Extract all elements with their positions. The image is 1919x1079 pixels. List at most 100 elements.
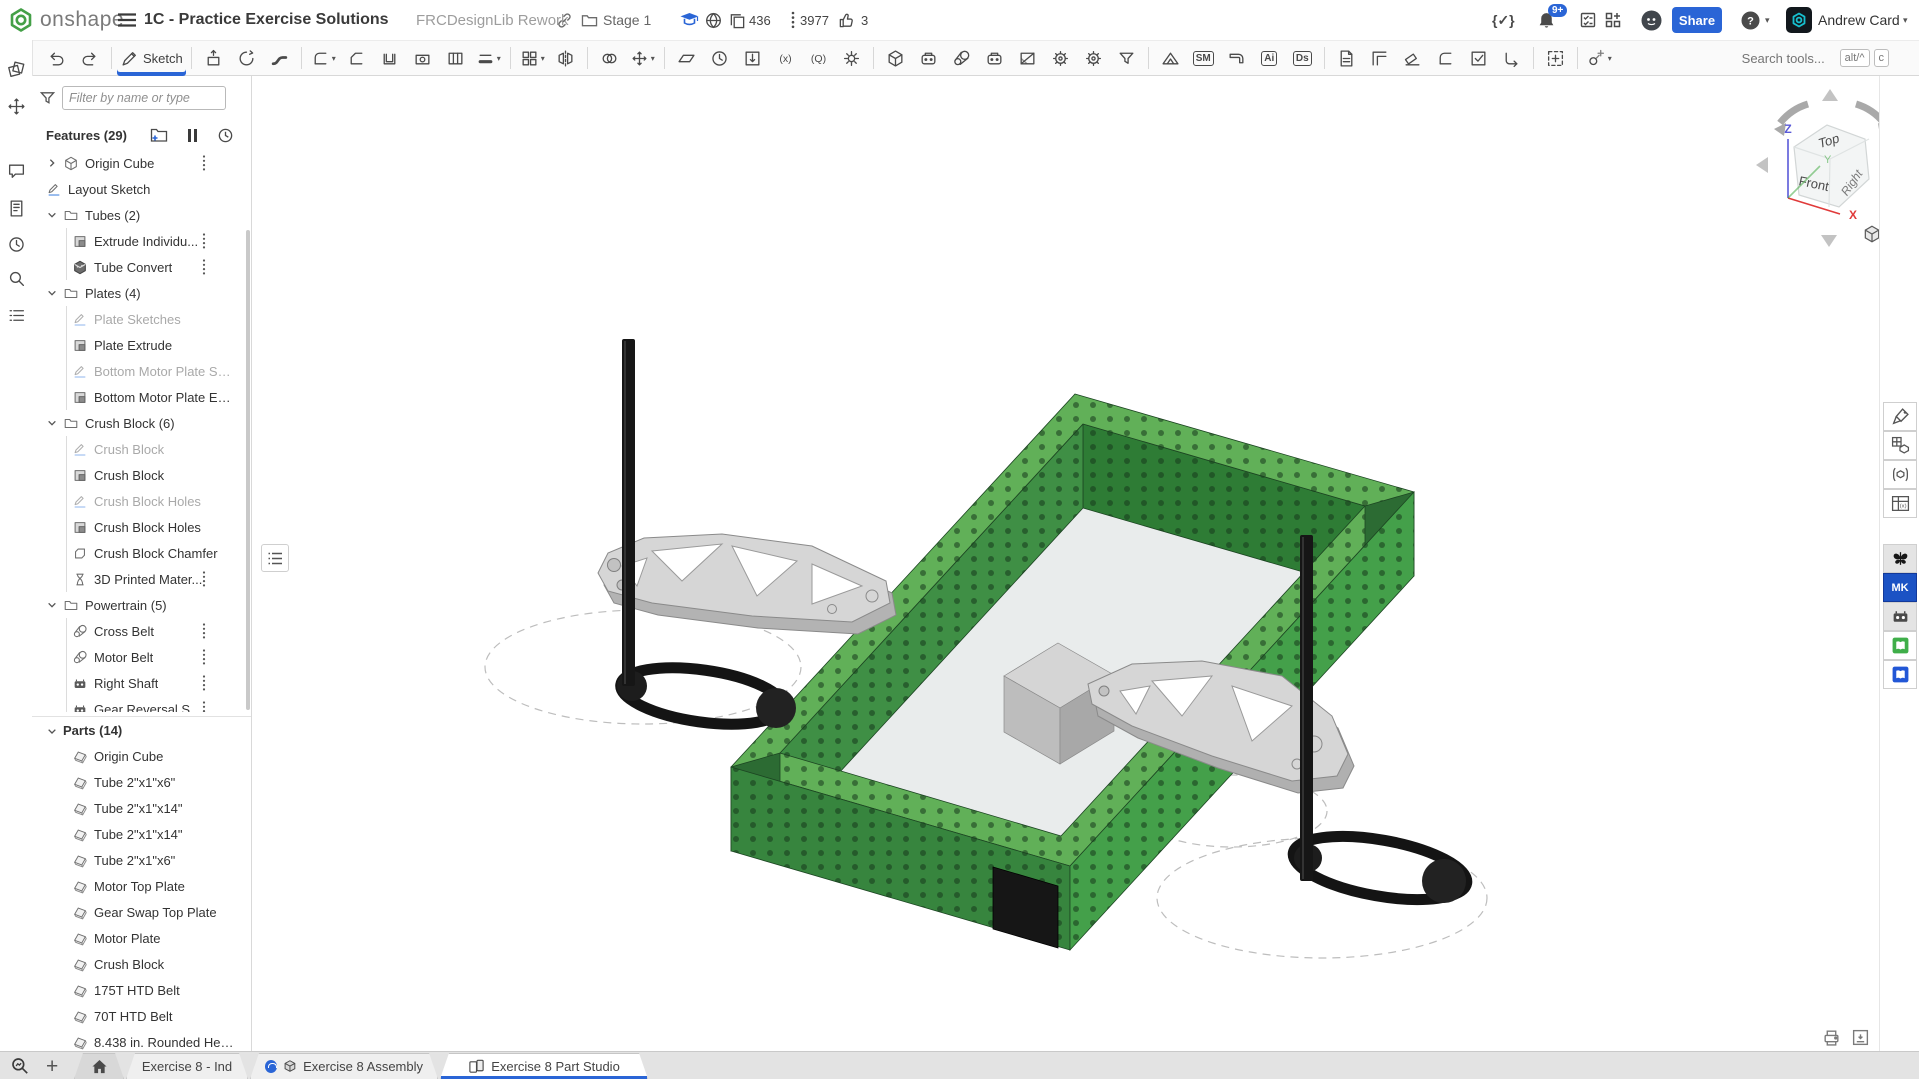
chevron-down-icon[interactable] [46,417,63,429]
redo-icon[interactable] [73,44,106,72]
home-tab[interactable] [74,1053,124,1079]
chevron-down-icon[interactable] [46,209,63,221]
robot-feature-icon[interactable] [912,44,945,72]
render-icon[interactable] [1822,1028,1841,1047]
user-caret-icon[interactable]: ▾ [1903,0,1908,40]
chevron-down-icon[interactable] [46,725,63,737]
helix-icon[interactable] [703,44,736,72]
featurescript-search-icon[interactable]: (Q) [802,44,835,72]
3d-print-icon[interactable] [1851,1028,1870,1047]
feature-row[interactable]: Crush Block Holes [32,514,251,540]
part-row[interactable]: Gear Swap Top Plate [32,899,251,925]
tab-exercise-8-assembly[interactable]: Exercise 8 Assembly [250,1053,438,1079]
apps-icon[interactable] [1604,0,1622,40]
workspace-name[interactable]: Stage 1 [603,0,651,40]
part-row[interactable]: 8.438 in. Rounded Hex ... [32,1029,251,1052]
configurations-panel-icon[interactable] [1883,431,1917,460]
checkbox-feature-icon[interactable] [1462,44,1495,72]
drawing-icon[interactable] [1330,44,1363,72]
feature-row[interactable]: Extrude Individu... [32,228,251,254]
drag-dots-icon[interactable] [201,622,207,640]
feature-row[interactable]: Plate Extrude [32,332,251,358]
part-row[interactable]: 70T HTD Belt [32,1003,251,1029]
configured-features-icon[interactable] [1883,460,1917,489]
part-row[interactable]: Tube 2"x1"x14" [32,821,251,847]
mkcad-app-icon[interactable]: MK [1883,573,1917,602]
filter-feature-icon[interactable] [1110,44,1143,72]
learning-icon[interactable] [680,0,699,40]
comments-icon[interactable] [5,160,27,182]
thicken-icon[interactable]: ▾ [472,44,505,72]
search-tools[interactable]: alt/^ c [1740,49,1889,67]
revolve-icon[interactable] [230,44,263,72]
part-row[interactable]: Tube 2"x1"x14" [32,795,251,821]
variable-icon[interactable]: (x) [769,44,802,72]
featurescript-check-icon[interactable]: {✓} [1492,0,1515,40]
suppress-pause-icon[interactable] [186,128,199,143]
sweep-icon[interactable] [263,44,296,72]
ai-advisor-icon[interactable] [1641,0,1662,40]
isolate-icon[interactable]: ▾ [1583,44,1616,72]
linear-pattern-icon[interactable]: ▾ [516,44,549,72]
plane-icon[interactable] [670,44,703,72]
help-icon[interactable]: ? [1741,0,1760,40]
part-row[interactable]: 175T HTD Belt [32,977,251,1003]
split-icon[interactable]: ▾ [626,44,659,72]
parts-header[interactable]: Parts (14) [32,716,251,744]
rotate-up-arrow[interactable] [1822,89,1838,101]
document-title[interactable]: 1C - Practice Exercise Solutions [144,0,389,40]
part-row[interactable]: Crush Block [32,951,251,977]
part-row[interactable]: Motor Plate [32,925,251,951]
drag-dots-icon[interactable] [201,154,207,172]
feature-row[interactable]: Crush Block [32,462,251,488]
part-row[interactable]: Tube 2"x1"x6" [32,847,251,873]
chevron-down-icon[interactable] [46,599,63,611]
flange-icon[interactable] [1220,44,1253,72]
material-icon[interactable] [1011,44,1044,72]
rotate-left-arrow[interactable] [1756,157,1768,173]
drag-dots-icon[interactable] [201,258,207,276]
add-to-selection-icon[interactable] [1539,44,1572,72]
feature-row[interactable]: 3D Printed Mater... [32,566,251,592]
feature-row[interactable]: Cross Belt [32,618,251,644]
feature-row[interactable]: Motor Belt [32,644,251,670]
drag-dots-icon[interactable] [201,648,207,666]
gear-feature-icon[interactable] [1044,44,1077,72]
menu-icon[interactable] [118,0,136,40]
ai-feature-icon[interactable]: Ai [1253,44,1286,72]
feature-row[interactable]: Gear Reversal S... [32,696,251,712]
panel-collapse-handle[interactable] [261,544,289,572]
left-motor-plate[interactable] [598,534,896,634]
wire-icon[interactable] [1495,44,1528,72]
share-button[interactable]: Share [1672,7,1722,33]
corner-break-icon[interactable] [1429,44,1462,72]
graphics-search-icon[interactable] [10,1056,30,1076]
user-name[interactable]: Andrew Card [1818,0,1900,40]
likes-icon[interactable] [838,0,855,40]
drag-dots-icon[interactable] [201,674,207,692]
tasks-icon[interactable] [1579,0,1597,40]
panel-scrollbar[interactable] [246,230,250,710]
drag-dots-icon[interactable] [201,570,207,588]
feature-row[interactable]: Layout Sketch [32,176,251,202]
eraser-icon[interactable] [1396,44,1429,72]
frc-docs-blue-icon[interactable] [1883,660,1917,689]
compare-icon[interactable] [5,58,27,80]
gearbox-feature-icon[interactable] [978,44,1011,72]
undo-icon[interactable] [40,44,73,72]
belt-feature-icon[interactable] [945,44,978,72]
drag-dots-icon[interactable] [201,700,207,712]
mate-connector-icon[interactable] [835,44,868,72]
feature-row[interactable]: Right Shaft [32,670,251,696]
chevron-right-icon[interactable] [46,157,63,169]
feature-row[interactable]: Crush Block [32,436,251,462]
rib-icon[interactable] [439,44,472,72]
avatar[interactable] [1786,7,1812,33]
fillet-icon[interactable]: ▾ [307,44,340,72]
settings-gear-icon[interactable] [1077,44,1110,72]
mirror-icon[interactable] [549,44,582,72]
feature-row[interactable]: Crush Block Holes [32,488,251,514]
onshape-logo-icon[interactable] [8,0,34,40]
chamfer-icon[interactable] [340,44,373,72]
feature-row[interactable]: Bottom Motor Plate Ske... [32,358,251,384]
